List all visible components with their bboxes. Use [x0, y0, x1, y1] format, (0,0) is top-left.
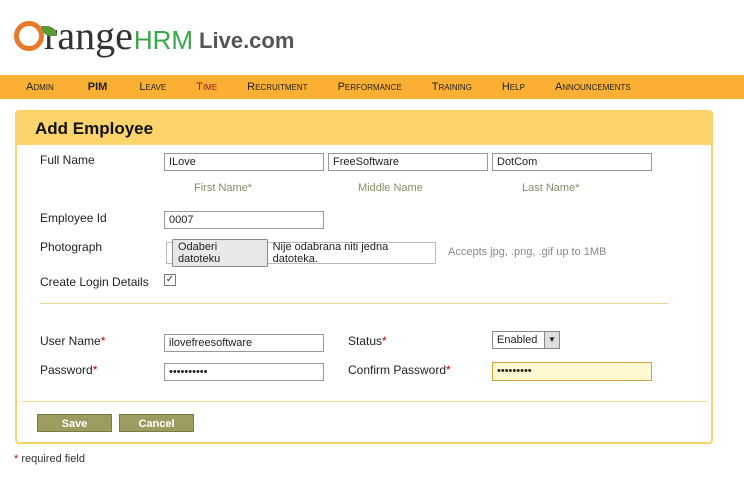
menu-leave[interactable]: Leave	[139, 81, 166, 93]
status-select[interactable]: Enabled ▼	[492, 331, 560, 349]
divider	[22, 401, 707, 402]
first-name-sublabel: First Name*	[194, 182, 253, 194]
confirm-password-label: Confirm Password*	[348, 363, 451, 377]
orangehrm-logo: range HRM Live.com	[14, 6, 294, 56]
username-label: User Name*	[40, 334, 106, 348]
menu-training[interactable]: Training	[432, 81, 472, 93]
password-label: Password*	[40, 363, 98, 377]
middle-name-sublabel: Middle Name	[358, 182, 423, 194]
menu-help[interactable]: Help	[502, 81, 525, 93]
required-field-note: * required field	[14, 453, 85, 465]
chevron-down-icon: ▼	[544, 332, 559, 348]
employee-id-label: Employee Id	[40, 211, 107, 225]
menu-announcements[interactable]: Announcements	[555, 81, 631, 93]
create-login-label: Create Login Details	[40, 275, 149, 289]
last-name-sublabel: Last Name*	[522, 182, 580, 194]
menu-recruitment[interactable]: Recruitment	[247, 81, 307, 93]
employee-id-input[interactable]: 0007	[164, 211, 324, 229]
menu-performance[interactable]: Performance	[338, 81, 402, 93]
full-name-label: Full Name	[40, 153, 95, 167]
orange-logo-icon	[14, 21, 57, 51]
menu-pim[interactable]: PIM	[88, 81, 108, 93]
first-name-input[interactable]: ILove	[164, 153, 324, 171]
main-menu: Admin PIM Leave Time Recruitment Perform…	[0, 75, 744, 99]
menu-admin[interactable]: Admin	[26, 81, 54, 93]
confirm-password-input[interactable]: •••••••••	[492, 362, 652, 381]
password-input[interactable]: ••••••••••	[164, 363, 324, 381]
cancel-button[interactable]: Cancel	[119, 414, 194, 432]
photograph-label: Photograph	[40, 240, 103, 254]
file-status: Nije odabrana niti jedna datoteka.	[272, 241, 389, 265]
page-title: Add Employee	[17, 112, 711, 145]
file-hint: Accepts jpg, .png, .gif up to 1MB	[448, 246, 607, 258]
divider	[40, 303, 668, 304]
last-name-input[interactable]: DotCom	[492, 153, 652, 171]
menu-time[interactable]: Time	[196, 81, 217, 93]
middle-name-input[interactable]: FreeSoftware	[328, 153, 488, 171]
choose-file-button[interactable]: Odaberi datoteku	[172, 239, 268, 267]
status-label: Status*	[348, 334, 387, 348]
save-button[interactable]: Save	[37, 414, 112, 432]
create-login-checkbox[interactable]: ✓	[164, 274, 176, 286]
username-input[interactable]: ilovefreesoftware	[164, 334, 324, 352]
photo-file-input[interactable]: Odaberi datoteku Nije odabrana niti jedn…	[166, 239, 436, 267]
